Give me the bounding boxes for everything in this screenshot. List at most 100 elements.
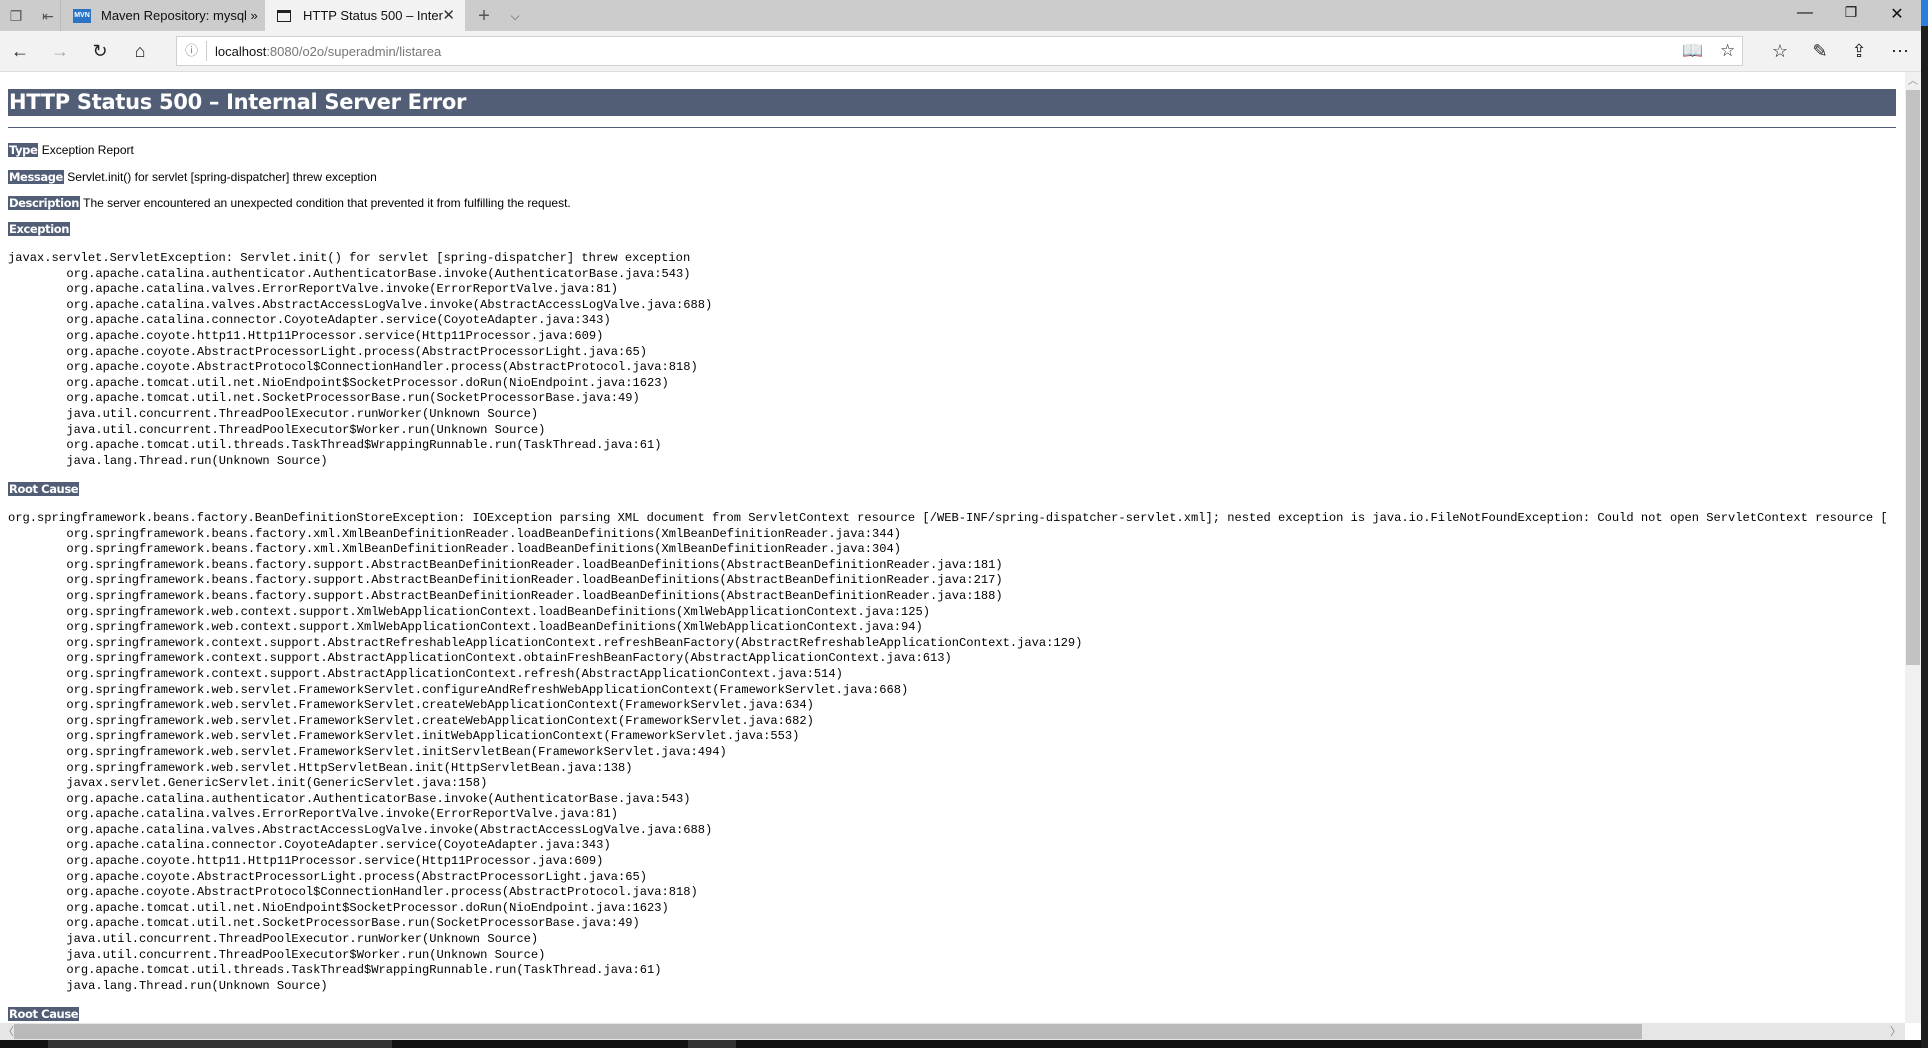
favorites-hub-icon[interactable]: ☆ [1768,40,1792,62]
tab-maven-repository[interactable]: MVN Maven Repository: mysql » [60,0,260,31]
stack-frame: org.apache.coyote.AbstractProtocol$Conne… [66,885,698,900]
stack-frame: javax.servlet.GenericServlet.init(Generi… [66,776,488,791]
stack-frame: org.apache.catalina.valves.ErrorReportVa… [66,282,618,297]
root-cause-label: Root Cause [8,482,80,496]
stack-frame: org.apache.coyote.AbstractProtocol$Conne… [66,360,698,375]
message-value: Servlet.init() for servlet [spring-dispa… [67,170,377,184]
navigation-bar: ← → ↻ ⌂ ⓘ localhost:8080/o2o/superadmin/… [0,31,1928,72]
message-row: Message Servlet.init() for servlet [spri… [8,170,377,185]
stack-frame: org.apache.catalina.valves.AbstractAcces… [66,822,713,837]
stacktrace-head: javax.servlet.ServletException: Servlet.… [8,251,691,265]
restore-icon[interactable]: ❐ [1836,4,1866,21]
stack-frame: org.apache.tomcat.util.net.NioEndpoint$S… [66,375,669,390]
stack-frame: org.springframework.web.servlet.Framewor… [66,729,800,744]
stacktrace-head: org.springframework.beans.factory.BeanDe… [8,511,1888,525]
stack-frame: org.apache.catalina.connector.CoyoteAdap… [66,838,611,853]
stack-frame: org.apache.coyote.AbstractProcessorLight… [66,344,647,359]
stack-frame: org.apache.coyote.http11.Http11Processor… [66,854,604,869]
forward-icon[interactable]: → [48,40,72,62]
stack-frame: org.springframework.context.support.Abst… [66,666,843,681]
more-menu-icon[interactable]: ⋯ [1888,40,1912,62]
vertical-scroll-thumb[interactable] [1906,90,1920,665]
url-host: localhost [215,43,267,59]
refresh-icon[interactable]: ↻ [88,40,112,62]
stack-frame: org.apache.tomcat.util.net.SocketProcess… [66,391,640,406]
scroll-left-icon[interactable]: 〈 [3,1023,14,1039]
stack-frame: org.springframework.context.support.Abst… [66,651,952,666]
message-label: Message [8,170,64,184]
type-label: Type [8,143,39,157]
stack-frame: org.springframework.web.context.support.… [66,620,923,635]
stack-frame: org.springframework.beans.factory.xml.Xm… [66,526,901,541]
taskbar [0,1040,1928,1048]
tab-list-chevron-down-icon[interactable]: ⌵ [505,6,525,26]
stack-frame: org.apache.tomcat.util.net.SocketProcess… [66,916,640,931]
stack-frame: java.util.concurrent.ThreadPoolExecutor$… [66,947,546,962]
tab-strip: ❐ ⇤ MVN Maven Repository: mysql » HTTP S… [0,0,1928,31]
stack-frame: org.apache.tomcat.util.threads.TaskThrea… [66,963,662,978]
root-cause-stacktrace: org.springframework.beans.factory.BeanDe… [8,511,1888,994]
root-cause-row: Root Cause [8,482,80,497]
set-aside-tabs-icon[interactable]: ⇤ [38,6,58,26]
stack-frame: java.util.concurrent.ThreadPoolExecutor.… [66,406,539,421]
url-text[interactable]: localhost:8080/o2o/superadmin/listarea [207,44,441,59]
description-row: Description The server encountered an un… [8,196,571,211]
horizontal-scroll-thumb[interactable] [14,1024,1642,1039]
root-cause-label-2: Root Cause [8,1007,80,1021]
web-note-pen-icon[interactable]: ✎ [1808,40,1832,62]
new-tab-icon[interactable]: + [474,6,494,26]
stack-frame: org.springframework.context.support.Abst… [66,635,1083,650]
stack-frame: org.apache.tomcat.util.threads.TaskThrea… [66,438,662,453]
divider [8,127,1896,128]
stack-frame: org.springframework.beans.factory.suppor… [66,557,1003,572]
stack-frame: org.apache.catalina.connector.CoyoteAdap… [66,313,611,328]
stack-frame: org.springframework.beans.factory.suppor… [66,588,1003,603]
stack-frame: org.springframework.beans.factory.suppor… [66,573,1003,588]
tab-overview-icon[interactable]: ❐ [6,6,26,26]
page-content: HTTP Status 500 – Internal Server Error … [0,72,1905,1023]
stack-frame: org.springframework.beans.factory.xml.Xm… [66,542,901,557]
tab-label: Maven Repository: mysql » [101,8,258,23]
description-value: The server encountered an unexpected con… [83,196,571,210]
close-tab-icon[interactable]: ✕ [442,6,455,24]
favorite-star-icon[interactable]: ☆ [1720,41,1735,61]
scroll-right-icon[interactable]: 〉 [1890,1023,1901,1039]
stack-frame: org.springframework.web.servlet.Framewor… [66,698,814,713]
tab-label: HTTP Status 500 – Intern [303,8,443,23]
share-icon[interactable]: ⇪ [1847,40,1871,62]
address-bar[interactable]: ⓘ localhost:8080/o2o/superadmin/listarea… [176,36,1743,66]
back-icon[interactable]: ← [8,40,32,62]
stack-frame: java.util.concurrent.ThreadPoolExecutor$… [66,422,546,437]
minimize-icon[interactable]: — [1790,4,1820,22]
stack-frame: org.apache.catalina.authenticator.Authen… [66,266,691,281]
reading-view-icon[interactable]: 📖 [1682,41,1703,61]
tab-http-status-500[interactable]: HTTP Status 500 – Intern ✕ [265,0,465,31]
stack-frame: org.springframework.web.servlet.HttpServ… [66,760,633,775]
stack-frame: org.apache.catalina.valves.AbstractAcces… [66,297,713,312]
mvn-favicon-icon: MVN [73,8,91,23]
exception-row: Exception [8,222,71,237]
root-cause-row-2: Root Cause [8,1007,80,1022]
exception-label: Exception [8,222,71,236]
stack-frame: org.springframework.web.servlet.Framewor… [66,682,909,697]
stack-frame: java.util.concurrent.ThreadPoolExecutor.… [66,932,539,947]
desktop-edge-accent [1921,0,1928,26]
home-icon[interactable]: ⌂ [128,40,152,62]
close-window-icon[interactable]: ✕ [1882,4,1912,24]
description-label: Description [8,196,80,210]
horizontal-scrollbar[interactable]: 〈 〉 [0,1023,1905,1040]
type-row: Type Exception Report [8,143,134,158]
stack-frame: java.lang.Thread.run(Unknown Source) [66,453,328,468]
page-icon [277,9,291,22]
stack-frame: java.lang.Thread.run(Unknown Source) [66,978,328,993]
taskbar-item[interactable] [48,1040,392,1048]
desktop-edge [1921,0,1928,1048]
page-title: HTTP Status 500 – Internal Server Error [8,89,1896,116]
stack-frame: org.apache.catalina.authenticator.Authen… [66,791,691,806]
stack-frame: org.apache.coyote.http11.Http11Processor… [66,328,604,343]
site-info-icon[interactable]: ⓘ [177,41,207,61]
taskbar-item[interactable] [688,1040,736,1048]
stack-frame: org.apache.catalina.valves.ErrorReportVa… [66,807,618,822]
vertical-scrollbar[interactable]: ︿ [1905,72,1921,1023]
scroll-up-icon[interactable]: ︿ [1905,72,1921,88]
